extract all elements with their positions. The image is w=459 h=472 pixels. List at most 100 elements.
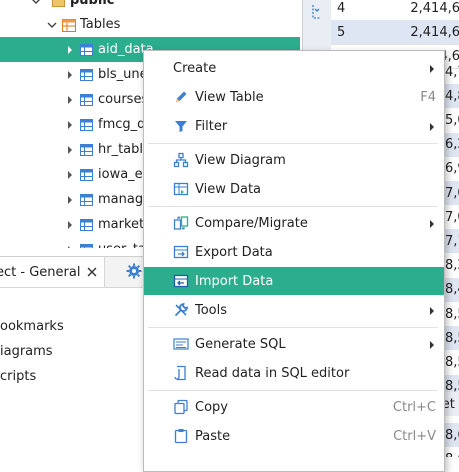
diagram-icon — [173, 152, 189, 168]
menu-item-export-data[interactable]: Export Data — [144, 238, 444, 266]
table-icon — [80, 218, 93, 231]
cell-value[interactable]: 2,414,6 — [367, 1, 459, 16]
cell-value-partial[interactable]: 8,6 — [445, 423, 459, 447]
pencil-icon — [173, 89, 189, 105]
cell-value-partial[interactable]: 4,8 — [445, 84, 459, 109]
menu-item-label: Read data in SQL editor — [195, 365, 350, 381]
table-icon — [80, 118, 93, 131]
cell-value-partial[interactable]: 7,0 — [445, 181, 459, 205]
cell-value-partial[interactable]: 8,6 — [445, 447, 459, 457]
menu-item-filter[interactable]: Filter — [144, 112, 444, 140]
cell-value-partial[interactable]: 6,2 — [445, 132, 459, 157]
table-icon — [80, 193, 93, 206]
cell-value[interactable]: 2,414,6 — [367, 25, 459, 40]
menu-item-label: Generate SQL — [195, 336, 286, 352]
submenu-arrow-icon — [428, 63, 436, 73]
menu-item-compare-migrate[interactable]: Compare/Migrate — [144, 209, 444, 237]
tables-folder-label: Tables — [80, 17, 121, 32]
prop-item-bookmarks[interactable]: ookmarks — [0, 315, 64, 337]
cell-value-partial[interactable]: 8,5 — [445, 350, 459, 374]
menu-item-label: Export Data — [195, 244, 273, 260]
menu-item-label: View Data — [195, 181, 262, 197]
cell-value-partial[interactable]: 8,5 — [445, 302, 459, 326]
chevron-right-icon[interactable] — [64, 44, 76, 56]
menu-separator — [148, 143, 438, 144]
cell-value-partial[interactable]: 8,2 — [445, 254, 459, 278]
table-row[interactable]: 4 2,414,6 — [331, 0, 459, 21]
chevron-right-icon[interactable] — [64, 94, 76, 106]
close-icon[interactable] — [86, 266, 98, 278]
menu-separator — [148, 206, 438, 207]
chevron-down-icon[interactable] — [46, 19, 58, 31]
copy-icon — [173, 399, 189, 415]
submenu-arrow-icon — [428, 121, 436, 131]
tab-label: ect - General — [0, 264, 81, 280]
tables-folder-icon — [62, 18, 76, 32]
tree-node-tables-folder[interactable]: Tables — [0, 12, 300, 37]
prop-item-diagrams[interactable]: iagrams — [0, 340, 53, 362]
table-icon — [80, 43, 93, 56]
menu-separator — [148, 327, 438, 328]
menu-item-label: Import Data — [195, 273, 274, 289]
row-number: 4 — [337, 0, 346, 16]
cell-value-partial[interactable]: 7,1 — [445, 229, 459, 254]
paste-icon — [173, 428, 189, 444]
gear-icon[interactable] — [126, 263, 142, 279]
cell-value-partial[interactable]: 8,5 — [445, 326, 459, 351]
menu-item-label: View Diagram — [195, 152, 286, 168]
row-expand-icon[interactable] — [311, 4, 323, 20]
tree-item-label: courses — [98, 92, 149, 107]
sql-editor-icon — [173, 365, 189, 381]
table-icon — [80, 168, 93, 181]
menu-item-view-data[interactable]: View Data — [144, 175, 444, 203]
chevron-right-icon[interactable] — [64, 219, 76, 231]
menu-item-copy[interactable]: Copy Ctrl+C — [144, 393, 444, 421]
chevron-right-icon[interactable] — [64, 144, 76, 156]
cell-value-partial[interactable]: 4,7 — [445, 60, 459, 84]
menu-item-shortcut: Ctrl+C — [392, 399, 436, 415]
schema-icon — [52, 0, 65, 7]
cell-value-partial[interactable]: 5,0 — [445, 108, 459, 132]
menu-item-generate-sql[interactable]: Generate SQL — [144, 330, 444, 358]
cell-value-partial[interactable]: 8,4 — [445, 277, 459, 302]
menu-item-label: Tools — [195, 302, 228, 318]
sql-icon — [173, 336, 189, 352]
menu-item-create[interactable]: Create — [144, 54, 444, 82]
prop-item-scripts[interactable]: cripts — [0, 365, 36, 387]
schema-label: public — [70, 0, 115, 8]
chevron-right-icon[interactable] — [64, 169, 76, 181]
table-icon — [80, 68, 93, 81]
menu-item-label: Compare/Migrate — [195, 215, 308, 231]
menu-item-view-table[interactable]: View Table F4 — [144, 83, 444, 111]
menu-item-label: View Table — [195, 89, 264, 105]
submenu-arrow-icon — [428, 305, 436, 315]
chevron-right-icon[interactable] — [64, 119, 76, 131]
row-number: 5 — [337, 24, 346, 40]
table-icon — [80, 143, 93, 156]
menu-item-shortcut: Ctrl+V — [393, 428, 436, 444]
menu-item-paste[interactable]: Paste Ctrl+V — [144, 422, 444, 450]
menu-item-view-diagram[interactable]: View Diagram — [144, 146, 444, 174]
chevron-right-icon[interactable] — [64, 194, 76, 206]
chevron-right-icon[interactable] — [64, 69, 76, 81]
data-grid-icon — [173, 181, 189, 197]
cell-value-partial[interactable]: 6,9 — [445, 157, 459, 181]
menu-item-label: Filter — [195, 118, 228, 134]
menu-item-shortcut: F4 — [420, 89, 436, 105]
cell-value-partial[interactable]: 7,0 — [445, 205, 459, 229]
menu-item-import-data[interactable]: Import Data — [144, 267, 444, 295]
export-icon — [173, 244, 189, 260]
chevron-right-icon[interactable] — [64, 244, 76, 248]
compare-icon — [173, 215, 189, 231]
wrench-icon — [173, 302, 189, 318]
context-menu: Create View Table F4 Filter View Diagram… — [143, 50, 445, 472]
menu-item-read-sql-editor[interactable]: Read data in SQL editor — [144, 359, 444, 387]
submenu-arrow-icon — [428, 339, 436, 349]
chevron-down-icon[interactable] — [30, 0, 42, 7]
table-icon — [80, 243, 93, 248]
menu-item-tools[interactable]: Tools — [144, 296, 444, 324]
submenu-arrow-icon — [428, 218, 436, 228]
tab-object-general[interactable]: ect - General — [0, 257, 106, 287]
table-row[interactable]: 5 2,414,6 — [331, 20, 459, 45]
table-icon — [80, 93, 93, 106]
